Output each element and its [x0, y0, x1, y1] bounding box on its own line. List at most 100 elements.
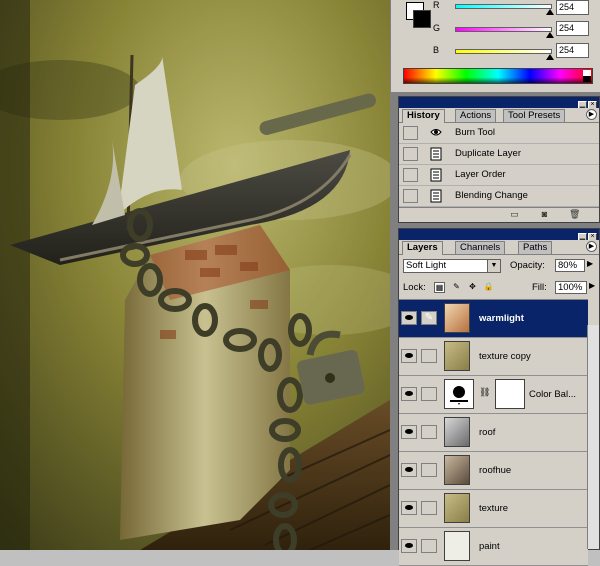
tab-actions[interactable]: Actions	[455, 109, 497, 122]
black-white-swatch[interactable]	[583, 70, 591, 82]
lock-image-icon[interactable]: ✎	[451, 282, 462, 293]
history-item[interactable]: Blending Change	[399, 186, 599, 207]
history-item-label: Burn Tool	[455, 127, 495, 138]
chevron-down-icon[interactable]: ▼	[487, 260, 500, 272]
new-document-icon[interactable]: ▭	[509, 210, 520, 219]
new-snapshot-icon[interactable]: ◙	[539, 210, 550, 219]
opacity-label: Opacity:	[510, 260, 545, 271]
blue-slider[interactable]	[455, 49, 552, 54]
layers-panel: ▁ × Layers Channels Paths ▶ Soft Light ▼ O…	[398, 228, 600, 566]
artwork-image	[0, 0, 390, 550]
visibility-eye-icon[interactable]	[401, 387, 417, 401]
red-value-input[interactable]: 254	[556, 0, 589, 15]
layer-thumbnail	[444, 341, 470, 371]
layer-name: warmlight	[479, 313, 524, 324]
layer-row[interactable]: texture copy	[399, 338, 588, 376]
history-item[interactable]: Layer Order	[399, 165, 599, 186]
layer-name: Color Bal...	[529, 389, 576, 400]
document-canvas[interactable]	[0, 0, 390, 550]
history-tabs: History Actions Tool Presets ▶	[399, 108, 599, 123]
tab-paths[interactable]: Paths	[518, 241, 553, 254]
tab-history[interactable]: History	[402, 109, 445, 123]
visibility-eye-icon[interactable]	[401, 463, 417, 477]
layer-thumbnail	[444, 455, 470, 485]
red-slider[interactable]	[455, 4, 552, 9]
blue-slider-thumb[interactable]	[546, 54, 554, 60]
history-panel: ▁ × History Actions Tool Presets ▶ Burn T…	[398, 96, 600, 223]
history-item-label: Layer Order	[455, 169, 506, 180]
background-color-swatch[interactable]	[413, 10, 431, 28]
layer-row[interactable]: ✎ warmlight	[399, 300, 588, 338]
link-box[interactable]	[421, 463, 437, 477]
layer-row[interactable]: roofhue	[399, 452, 588, 490]
lock-row: Lock: ▦ ✎ ✥ 🔒 Fill: 100% ▶	[399, 277, 599, 299]
layers-tabs: Layers Channels Paths ▶	[399, 240, 599, 255]
green-slider-thumb[interactable]	[546, 32, 554, 38]
fill-label: Fill:	[532, 282, 547, 293]
color-ramp[interactable]	[403, 68, 593, 84]
blend-row: Soft Light ▼ Opacity: 80% ▶	[399, 255, 599, 277]
layer-mask-thumbnail[interactable]	[495, 379, 525, 409]
visibility-eye-icon[interactable]	[401, 425, 417, 439]
layers-title-bar[interactable]: ▁ ×	[399, 229, 599, 241]
color-panel: R 254 G 254 B 254	[390, 0, 600, 92]
palette-menu-icon[interactable]: ▶	[586, 241, 597, 252]
lock-all-icon[interactable]: 🔒	[483, 282, 494, 293]
blend-mode-select[interactable]: Soft Light ▼	[403, 259, 501, 273]
history-snapshot-box[interactable]	[403, 147, 418, 161]
opacity-input[interactable]: 80%	[555, 259, 585, 272]
layers-scrollbar[interactable]	[587, 325, 599, 549]
history-item-label: Blending Change	[455, 190, 528, 201]
link-box[interactable]	[421, 387, 437, 401]
layer-name: roof	[479, 427, 496, 438]
layer-name: roofhue	[479, 465, 512, 476]
history-state-icon	[430, 168, 442, 182]
history-item[interactable]: Burn Tool	[399, 123, 599, 144]
green-slider[interactable]	[455, 27, 552, 32]
link-box[interactable]	[421, 349, 437, 363]
fill-arrow-icon[interactable]: ▶	[589, 281, 595, 290]
history-title-bar[interactable]: ▁ ×	[399, 97, 599, 109]
layer-row[interactable]: texture	[399, 490, 588, 528]
fill-input[interactable]: 100%	[555, 281, 587, 294]
layer-thumbnail	[444, 531, 470, 561]
link-box[interactable]	[421, 539, 437, 553]
visibility-eye-icon[interactable]	[401, 539, 417, 553]
opacity-arrow-icon[interactable]: ▶	[587, 259, 593, 268]
red-channel-label: R	[433, 0, 440, 10]
history-footer: ▭ ◙ 🗑	[399, 207, 599, 222]
history-state-icon	[430, 189, 442, 203]
tab-channels[interactable]: Channels	[455, 241, 506, 254]
brush-link-icon[interactable]: ✎	[421, 311, 437, 325]
link-box[interactable]	[421, 425, 437, 439]
burn-tool-icon	[430, 129, 442, 136]
layer-row[interactable]: roof	[399, 414, 588, 452]
history-snapshot-box[interactable]	[403, 126, 418, 140]
layer-row[interactable]: paint	[399, 528, 588, 566]
layer-row[interactable]: ⛓ Color Bal...	[399, 376, 588, 414]
red-slider-thumb[interactable]	[546, 9, 554, 15]
link-box[interactable]	[421, 501, 437, 515]
tab-tool-presets[interactable]: Tool Presets	[503, 109, 566, 122]
history-item-label: Duplicate Layer	[455, 148, 522, 159]
visibility-eye-icon[interactable]	[401, 349, 417, 363]
layer-thumbnail	[444, 303, 470, 333]
trash-icon[interactable]: 🗑	[569, 210, 580, 219]
lock-transparency-icon[interactable]: ▦	[434, 282, 445, 293]
palette-area: R 254 G 254 B 254 ▁ × History Actions Too…	[390, 0, 600, 566]
visibility-eye-icon[interactable]	[401, 501, 417, 515]
adjustment-layer-icon	[444, 379, 474, 409]
lock-position-icon[interactable]: ✥	[467, 282, 478, 293]
palette-menu-icon[interactable]: ▶	[586, 109, 597, 120]
chain-link-icon[interactable]: ⛓	[479, 387, 490, 398]
history-item[interactable]: Duplicate Layer	[399, 144, 599, 165]
visibility-eye-icon[interactable]	[401, 311, 417, 325]
history-snapshot-box[interactable]	[403, 168, 418, 182]
green-value-input[interactable]: 254	[556, 21, 589, 36]
layer-thumbnail	[444, 493, 470, 523]
layer-name: texture	[479, 503, 509, 514]
tab-layers[interactable]: Layers	[402, 241, 443, 255]
blue-value-input[interactable]: 254	[556, 43, 589, 58]
layer-thumbnail	[444, 417, 470, 447]
history-snapshot-box[interactable]	[403, 189, 418, 203]
